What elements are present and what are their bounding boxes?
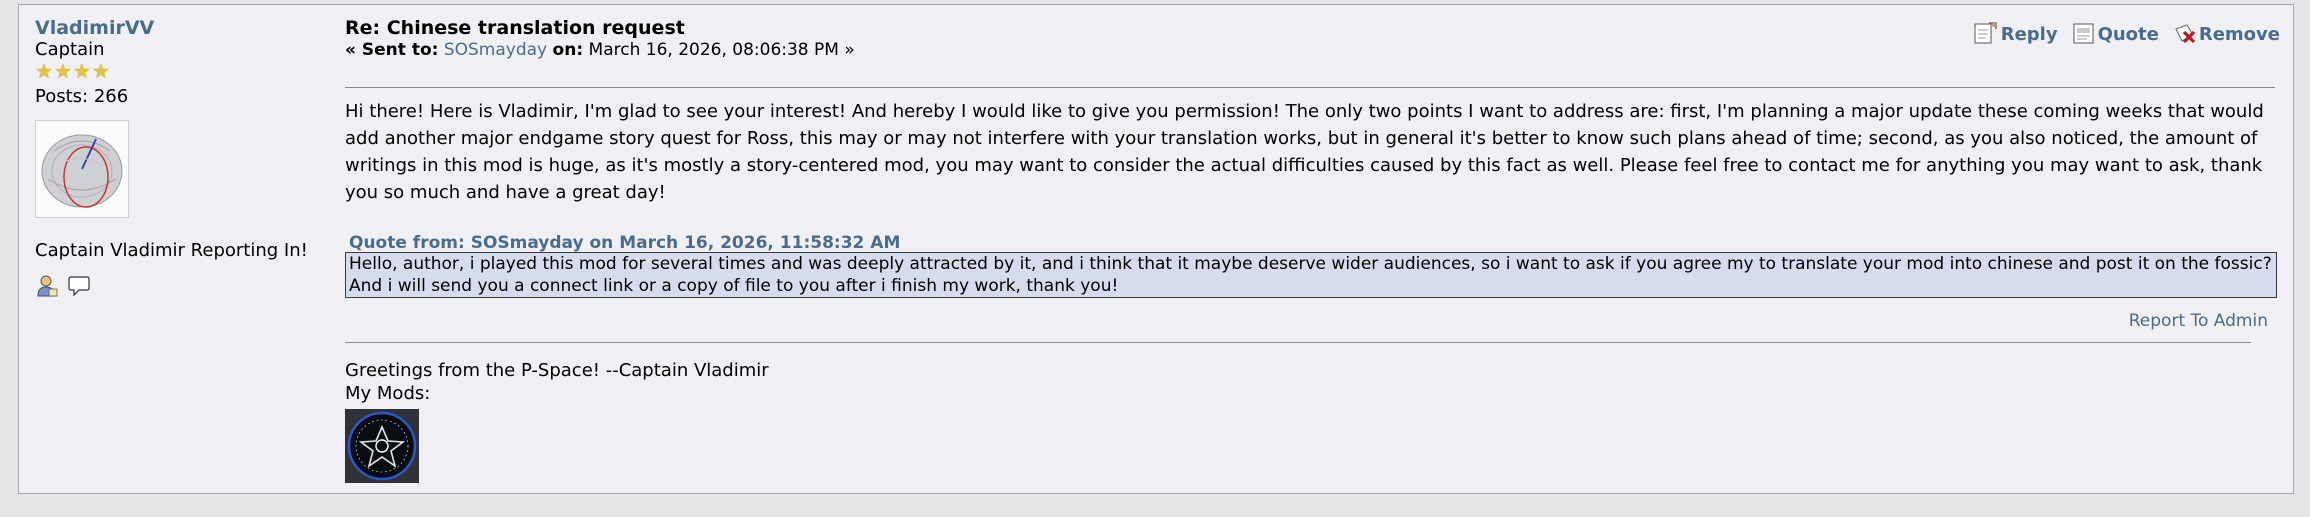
personal-text: Captain Vladimir Reporting In! bbox=[35, 240, 308, 261]
profile-icon[interactable] bbox=[35, 274, 59, 298]
reply-label: Reply bbox=[2000, 24, 2058, 45]
post-date: March 16, 2026, 08:06:38 PM » bbox=[588, 40, 855, 60]
reply-button[interactable]: Reply bbox=[1973, 21, 2058, 45]
report-to-admin-link[interactable]: Report To Admin bbox=[2129, 310, 2268, 332]
quote-header[interactable]: Quote from: SOSmayday on March 16, 2026,… bbox=[349, 232, 900, 254]
recipient-link[interactable]: SOSmayday bbox=[444, 40, 547, 60]
avatar bbox=[35, 120, 129, 218]
signature-divider bbox=[345, 342, 2251, 343]
reply-icon bbox=[1974, 22, 1997, 44]
mod-logo-image[interactable] bbox=[345, 409, 419, 483]
remove-button[interactable]: Remove bbox=[2173, 21, 2280, 45]
poster-name-link[interactable]: VladimirVV bbox=[35, 17, 335, 39]
star-icon: ★ bbox=[91, 59, 110, 83]
on-label: on: bbox=[552, 40, 584, 60]
signature-line2: My Mods: bbox=[345, 383, 431, 404]
quote-icon bbox=[2073, 23, 2094, 44]
remove-icon bbox=[2175, 24, 2195, 44]
post-count: Posts: 266 bbox=[35, 86, 129, 107]
pm-icon[interactable] bbox=[67, 274, 91, 298]
star-icon: ★ bbox=[35, 59, 53, 83]
signature: Greetings from the P-Space! --Captain Vl… bbox=[345, 359, 769, 483]
sent-to-label: « Sent to: bbox=[345, 40, 439, 60]
quote-button[interactable]: Quote bbox=[2072, 21, 2159, 45]
quote-box: Hello, author, i played this mod for sev… bbox=[345, 252, 2277, 298]
poster-icons bbox=[35, 274, 335, 298]
post-body: Hi there! Here is Vladimir, I'm glad to … bbox=[345, 101, 2264, 203]
signature-line1: Greetings from the P-Space! --Captain Vl… bbox=[345, 360, 769, 381]
post-actions: Reply Quote Remove bbox=[1973, 21, 2280, 45]
poster-rank: Captain bbox=[35, 39, 105, 60]
rank-stars: ★ ★ ★ ★ bbox=[35, 59, 335, 83]
star-icon: ★ bbox=[72, 59, 91, 83]
forum-post: VladimirVV Captain ★ ★ ★ ★ Posts: 266 Ca… bbox=[18, 4, 2294, 494]
divider bbox=[345, 87, 2275, 88]
poster-info: VladimirVV Captain ★ ★ ★ ★ Posts: 266 Ca… bbox=[35, 17, 335, 298]
remove-label: Remove bbox=[2198, 24, 2280, 45]
quote-label: Quote bbox=[2097, 24, 2159, 45]
star-icon: ★ bbox=[53, 59, 72, 83]
post-content: Re: Chinese translation request « Sent t… bbox=[345, 17, 2280, 483]
